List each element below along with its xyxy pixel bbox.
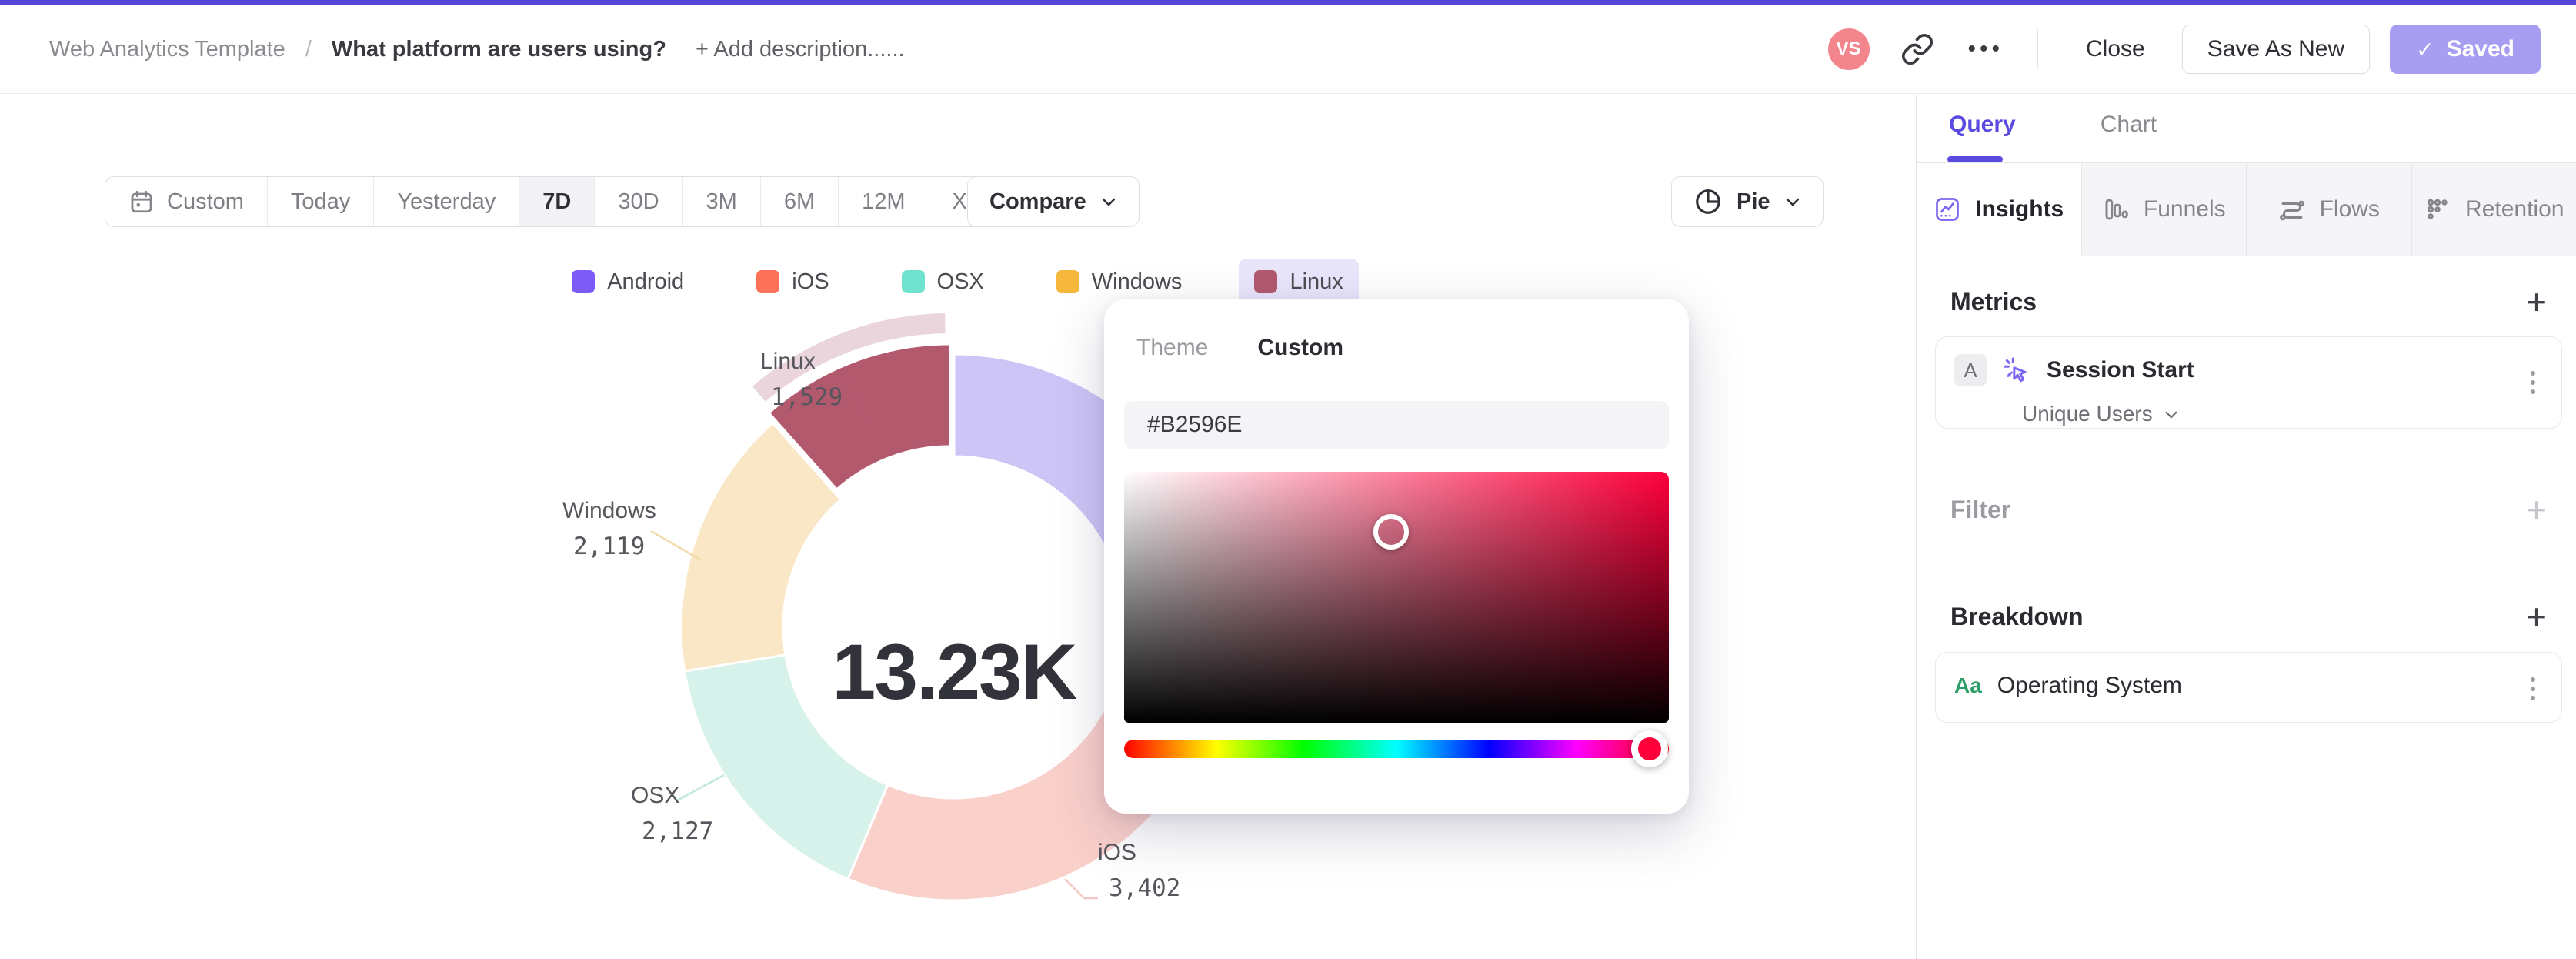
event-click-icon xyxy=(2004,357,2027,383)
breakdown-title: Breakdown xyxy=(1950,602,2084,630)
filter-header: Filter + xyxy=(1950,492,2547,527)
active-tab-underline xyxy=(1947,156,2003,162)
date-segment-today[interactable]: Today xyxy=(268,177,375,226)
tab-funnels[interactable]: Funnels xyxy=(2081,163,2247,256)
hex-color-input[interactable]: #B2596E xyxy=(1124,401,1669,449)
string-property-icon: Aa xyxy=(1954,673,1982,697)
date-segment-7d[interactable]: 7D xyxy=(519,177,596,226)
breakdown-card[interactable]: Aa Operating System xyxy=(1935,652,2562,723)
saved-button[interactable]: ✓ Saved xyxy=(2390,25,2541,74)
color-picker-tabs: Theme Custom xyxy=(1136,335,1343,361)
add-metric-button[interactable]: + xyxy=(2526,284,2547,319)
legend-swatch-osx xyxy=(901,270,925,293)
filter-title: Filter xyxy=(1950,495,2011,523)
add-breakdown-button[interactable]: + xyxy=(2526,599,2547,634)
insights-icon xyxy=(1936,197,1960,221)
donut-center-total: 13.23K xyxy=(832,628,1078,716)
tab-query[interactable]: Query xyxy=(1949,112,2016,138)
metrics-title: Metrics xyxy=(1950,287,2037,316)
metric-options-button[interactable] xyxy=(2526,366,2540,399)
tab-insights[interactable]: Insights xyxy=(1917,163,2082,256)
chevron-down-icon xyxy=(2165,411,2177,419)
flows-icon xyxy=(2279,200,2304,221)
breakdown-property-name[interactable]: Operating System xyxy=(1997,673,2182,699)
legend-item-osx[interactable]: OSX xyxy=(886,259,999,306)
legend-item-windows[interactable]: Windows xyxy=(1041,259,1198,306)
retention-icon xyxy=(2427,199,2448,219)
legend-item-android[interactable]: Android xyxy=(556,259,699,306)
tab-custom[interactable]: Custom xyxy=(1257,335,1343,361)
breakdown-options-button[interactable] xyxy=(2526,673,2540,705)
topbar-actions: VS ••• Close Save As New ✓ Saved xyxy=(1827,5,2541,94)
date-segment-12m[interactable]: 12M xyxy=(839,177,929,226)
tab-flows[interactable]: Flows xyxy=(2247,163,2412,256)
tab-theme[interactable]: Theme xyxy=(1136,335,1208,361)
chart-type-button[interactable]: Pie xyxy=(1671,176,1824,227)
date-segment-30d[interactable]: 30D xyxy=(595,177,683,226)
date-segment-3m[interactable]: 3M xyxy=(683,177,761,226)
view-type-tabs: Insights Funnels Flows Retention xyxy=(1917,162,2576,256)
hue-slider-handle[interactable] xyxy=(1631,730,1669,767)
slice-label-linux: Linux 1,529 xyxy=(760,349,843,411)
chart-canvas: Custom Today Yesterday 7D 30D 3M 6M 12M … xyxy=(0,95,1915,959)
date-segment-yesterday[interactable]: Yesterday xyxy=(374,177,520,226)
metric-measure-dropdown[interactable]: Unique Users xyxy=(2022,402,2179,426)
app-window: Web Analytics Template / What platform a… xyxy=(0,0,2576,959)
metric-row: A Session Start xyxy=(1954,354,2194,386)
panel-tabs: Query Chart xyxy=(1949,112,2157,138)
tab-chart[interactable]: Chart xyxy=(2101,112,2157,138)
calendar-icon xyxy=(131,190,152,213)
hue-slider[interactable] xyxy=(1124,730,1669,767)
date-segment-custom[interactable]: Custom xyxy=(105,177,268,226)
date-segment-6m[interactable]: 6M xyxy=(761,177,839,226)
breakdown-row: Aa Operating System xyxy=(1954,673,2182,699)
legend-swatch-linux xyxy=(1254,270,1278,293)
saturation-value-area[interactable] xyxy=(1124,472,1669,723)
color-picker-popup: Theme Custom #B2596E xyxy=(1104,299,1689,814)
legend-swatch-ios xyxy=(756,270,780,293)
close-button[interactable]: Close xyxy=(2069,25,2162,73)
legend-swatch-android xyxy=(572,270,596,293)
chevron-down-icon xyxy=(1786,198,1799,206)
legend-item-ios[interactable]: iOS xyxy=(741,259,844,306)
breakdown-header: Breakdown + xyxy=(1950,599,2547,634)
query-panel: Query Chart Insights Funnels Flows Reten… xyxy=(1916,95,2576,959)
legend-swatch-windows xyxy=(1056,270,1079,293)
metric-series-badge: A xyxy=(1954,354,1987,386)
add-filter-button[interactable]: + xyxy=(2526,492,2547,527)
topbar-divider xyxy=(2037,29,2039,69)
tab-retention[interactable]: Retention xyxy=(2411,163,2576,256)
pie-chart-icon xyxy=(1696,189,1720,214)
chevron-down-icon xyxy=(1102,198,1115,206)
check-icon: ✓ xyxy=(2416,36,2434,62)
metric-event-name[interactable]: Session Start xyxy=(2047,357,2194,383)
date-range-control: Custom Today Yesterday 7D 30D 3M 6M 12M … xyxy=(105,176,1050,227)
compare-button[interactable]: Compare xyxy=(967,176,1140,227)
save-as-new-button[interactable]: Save As New xyxy=(2181,25,2371,74)
funnels-icon xyxy=(2105,199,2128,220)
slice-label-windows: Windows 2,119 xyxy=(562,498,656,560)
legend-item-linux[interactable]: Linux xyxy=(1239,258,1359,306)
more-menu-button[interactable]: ••• xyxy=(1968,36,2004,62)
metrics-header: Metrics + xyxy=(1950,284,2547,319)
sv-cursor-handle[interactable] xyxy=(1373,514,1409,550)
slice-label-osx: OSX 2,127 xyxy=(631,783,714,845)
slice-label-ios: iOS 3,402 xyxy=(1098,840,1181,902)
metric-card[interactable]: A Session Start Unique Users xyxy=(1935,336,2562,429)
leader-line-ios xyxy=(1064,878,1098,900)
saved-label: Saved xyxy=(2446,36,2514,62)
